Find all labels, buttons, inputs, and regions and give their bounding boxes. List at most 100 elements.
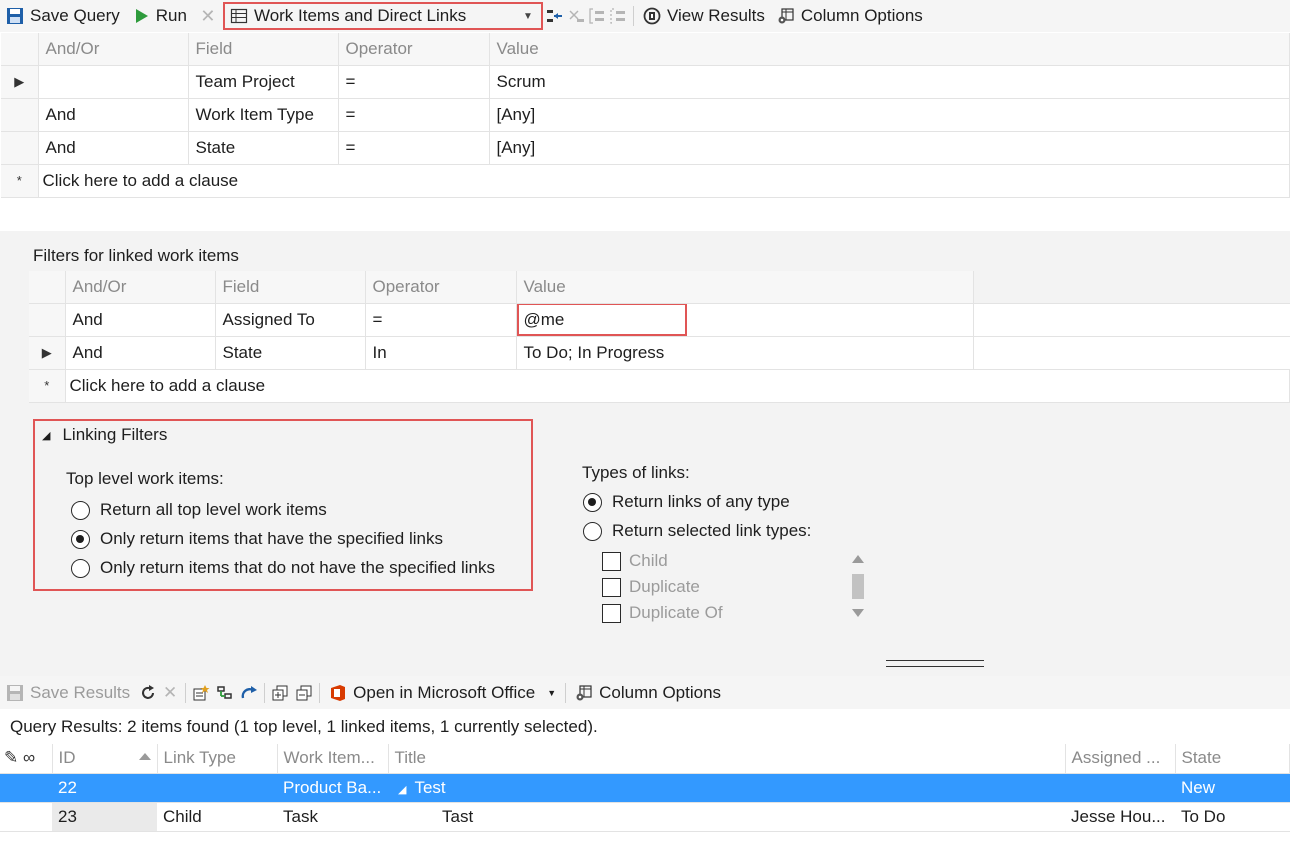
run-button[interactable]: Run [126, 1, 193, 31]
clause-operator[interactable]: In [365, 336, 517, 370]
radio-only-with-links[interactable]: Only return items that have the specifie… [71, 529, 443, 549]
expand-all-icon[interactable] [271, 684, 289, 702]
link-type-duplicate-of-checkbox[interactable]: Duplicate Of [602, 603, 723, 623]
clause-row[interactable]: ▶ Team Project = Scrum [1, 65, 1290, 99]
save-query-button[interactable]: Save Query [0, 1, 126, 31]
clause-operator[interactable]: = [338, 98, 490, 132]
clause-field[interactable]: Work Item Type [188, 98, 339, 132]
col-header-work-item-type[interactable]: Work Item... [277, 744, 389, 774]
open-in-office-button[interactable]: Open in Microsoft Office ▼ [323, 678, 562, 708]
clause-operator[interactable]: = [338, 131, 490, 165]
radio-return-all[interactable]: Return all top level work items [71, 500, 327, 520]
refresh-icon[interactable] [139, 684, 157, 702]
results-column-options-button[interactable]: Column Options [569, 678, 727, 708]
clause-value[interactable]: [Any] [489, 98, 1290, 132]
col-header-field[interactable]: Field [188, 33, 339, 66]
radio-button-selected[interactable] [583, 492, 602, 512]
clause-andor[interactable] [38, 65, 189, 99]
clause-field[interactable]: State [188, 131, 339, 165]
col-header-field[interactable]: Field [215, 271, 366, 304]
radio-only-without-links[interactable]: Only return items that do not have the s… [71, 558, 495, 578]
col-header-operator[interactable]: Operator [338, 33, 490, 66]
scroll-thumb[interactable] [852, 574, 864, 599]
link-types-scrollbar[interactable] [850, 555, 866, 621]
col-header-title[interactable]: Title [388, 744, 1066, 774]
clause-andor[interactable]: And [38, 131, 189, 165]
add-clause-row[interactable]: * Click here to add a clause [1, 164, 1290, 198]
clause-andor[interactable]: And [65, 303, 216, 337]
radio-button-selected[interactable] [71, 529, 90, 549]
cell-work-item-type[interactable]: Task [277, 802, 388, 832]
clause-row[interactable]: And Assigned To = @me [29, 303, 1290, 337]
cell-state[interactable]: To Do [1175, 802, 1290, 832]
add-clause-link[interactable]: Click here to add a clause [38, 164, 1290, 198]
linking-filters-toggle[interactable]: ◢ Linking Filters [42, 425, 167, 445]
radio-button[interactable] [583, 521, 602, 541]
cell-work-item-type[interactable]: Product Ba... [277, 773, 388, 803]
clause-value[interactable]: To Do; In Progress [516, 336, 974, 370]
col-header-link-type[interactable]: Link Type [157, 744, 278, 774]
clause-value[interactable]: @me [516, 303, 974, 337]
add-clause-row[interactable]: * Click here to add a clause [29, 369, 1290, 403]
save-results-button[interactable]: Save Results [0, 678, 136, 708]
result-row[interactable]: 23 Child Task Tast Jesse Hou... To Do [0, 802, 1290, 832]
col-header-state[interactable]: State [1175, 744, 1290, 774]
pane-splitter[interactable] [886, 660, 984, 667]
ungroup-clauses-icon[interactable] [609, 7, 627, 25]
col-header-value[interactable]: Value [516, 271, 974, 304]
clause-value[interactable]: Scrum [489, 65, 1290, 99]
cell-assigned-to[interactable]: Jesse Hou... [1065, 802, 1175, 832]
cell-id[interactable]: 22 [52, 773, 157, 803]
clause-row[interactable]: And State = [Any] [1, 131, 1290, 165]
clause-row[interactable]: And Work Item Type = [Any] [1, 98, 1290, 132]
insert-clause-icon[interactable] [546, 7, 564, 25]
stop-icon[interactable]: ✕ [161, 683, 179, 702]
query-type-dropdown[interactable]: Work Items and Direct Links ▼ [222, 2, 543, 30]
radio-button[interactable] [71, 500, 90, 520]
col-header-operator[interactable]: Operator [365, 271, 517, 304]
delete-clause-icon[interactable] [567, 7, 585, 25]
radio-any-link-type[interactable]: Return links of any type [583, 492, 790, 512]
group-clauses-icon[interactable] [588, 7, 606, 25]
cancel-query-button[interactable]: ✕ [193, 1, 223, 31]
clause-row[interactable]: ▶ And State In To Do; In Progress [29, 336, 1290, 370]
cell-title[interactable]: ◢ Test [388, 773, 1065, 803]
col-header-value[interactable]: Value [489, 33, 1290, 66]
scroll-down-icon[interactable] [852, 609, 864, 617]
clause-value[interactable]: [Any] [489, 131, 1290, 165]
cell-id[interactable]: 23 [52, 802, 157, 832]
scroll-up-icon[interactable] [852, 555, 864, 563]
col-header-id[interactable]: ID [52, 744, 158, 774]
clause-andor[interactable]: And [65, 336, 216, 370]
view-results-button[interactable]: View Results [637, 1, 771, 31]
cell-link-type[interactable] [157, 773, 277, 803]
cell-title[interactable]: Tast [388, 802, 1065, 832]
clause-operator[interactable]: = [365, 303, 517, 337]
result-row-selected[interactable]: 22 Product Ba... ◢ Test New [0, 773, 1290, 803]
radio-selected-link-types[interactable]: Return selected link types: [583, 521, 811, 541]
add-clause-link[interactable]: Click here to add a clause [65, 369, 1290, 403]
link-type-duplicate-checkbox[interactable]: Duplicate [602, 577, 700, 597]
column-options-button[interactable]: Column Options [771, 1, 929, 31]
col-header-assigned-to[interactable]: Assigned ... [1065, 744, 1176, 774]
checkbox[interactable] [602, 577, 621, 597]
expand-triangle-icon[interactable]: ◢ [398, 784, 406, 796]
cell-assigned-to[interactable] [1065, 773, 1175, 803]
clause-andor[interactable]: And [38, 98, 189, 132]
new-linked-work-item-icon[interactable] [192, 684, 210, 702]
clause-field[interactable]: Assigned To [215, 303, 366, 337]
clause-field[interactable]: State [215, 336, 366, 370]
checkbox[interactable] [602, 603, 621, 623]
collapse-all-icon[interactable] [295, 684, 313, 702]
col-header-andor[interactable]: And/Or [38, 33, 189, 66]
checkbox[interactable] [602, 551, 621, 571]
cell-link-type[interactable]: Child [157, 802, 277, 832]
col-header-andor[interactable]: And/Or [65, 271, 216, 304]
link-to-existing-icon[interactable] [216, 684, 234, 702]
clause-field[interactable]: Team Project [188, 65, 339, 99]
cell-state[interactable]: New [1175, 773, 1290, 803]
link-type-child-checkbox[interactable]: Child [602, 551, 668, 571]
radio-button[interactable] [71, 558, 90, 578]
clause-operator[interactable]: = [338, 65, 490, 99]
redo-icon[interactable] [240, 684, 258, 702]
